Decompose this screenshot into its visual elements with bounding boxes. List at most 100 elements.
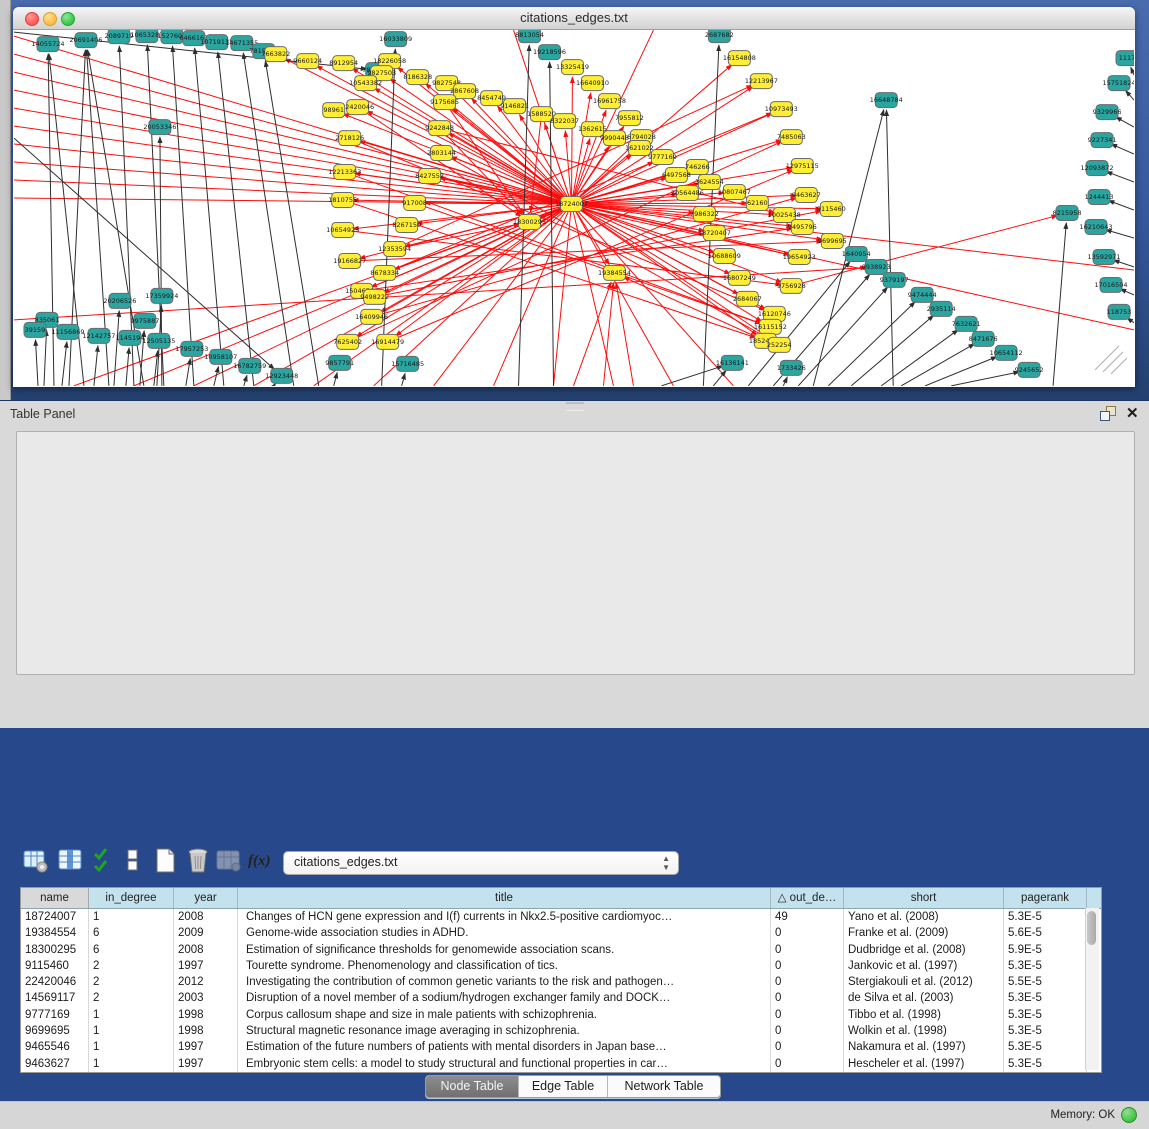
graph-node[interactable]: 16640910 [576, 76, 609, 91]
graph-node[interactable]: 15751824 [1103, 76, 1134, 91]
graph-node[interactable]: 1810755 [328, 193, 357, 208]
graph-node[interactable]: 12505135 [142, 333, 175, 348]
graph-edge[interactable] [572, 204, 614, 386]
table-row[interactable]: 1456911722003Disruption of a novel membe… [21, 990, 1101, 1006]
graph-node[interactable]: 8813054 [515, 30, 544, 43]
graph-node[interactable]: 19218596 [533, 45, 566, 60]
graph-edge[interactable] [94, 346, 98, 386]
graph-edge[interactable] [572, 204, 1134, 330]
graph-edge[interactable] [274, 384, 276, 386]
show-columns-button[interactable] [92, 847, 120, 877]
graph-edge[interactable] [402, 373, 405, 385]
graph-node[interactable]: 16210643 [1080, 219, 1113, 234]
graph-edge[interactable] [1131, 67, 1134, 75]
graph-edge[interactable] [36, 340, 38, 386]
column-header-title[interactable]: title [238, 888, 771, 908]
graph-node[interactable]: 9463627 [792, 188, 821, 203]
graph-edge[interactable] [572, 77, 573, 204]
graph-node[interactable]: 16154808 [723, 51, 756, 66]
graph-edge[interactable] [554, 204, 572, 386]
graph-node[interactable]: 9474444 [908, 287, 937, 302]
graph-edge[interactable] [114, 311, 119, 386]
window-titlebar[interactable]: citations_edges.txt [13, 7, 1135, 30]
column-header-pagerank[interactable]: pagerank [1004, 888, 1087, 908]
graph-edge[interactable] [14, 162, 572, 204]
graph-node[interactable]: 9975887 [130, 313, 159, 328]
graph-edge[interactable] [624, 277, 766, 341]
graph-edge[interactable] [925, 357, 997, 386]
graph-node[interactable]: 10688609 [708, 248, 741, 263]
float-panel-icon[interactable] [1100, 406, 1116, 421]
table-row[interactable]: 946362711997Embryonic stem cells: a mode… [21, 1056, 1101, 1072]
graph-node[interactable]: 12142757 [82, 328, 115, 343]
graph-node[interactable]: 8267150 [392, 217, 421, 232]
network-canvas[interactable]: 1872400714055724206914062089719106532871… [14, 30, 1134, 386]
graph-edge[interactable] [244, 375, 247, 385]
graph-edge[interactable] [434, 204, 572, 386]
graph-edge[interactable] [1111, 144, 1134, 154]
graph-node[interactable]: 19654923 [783, 249, 816, 264]
graph-node[interactable]: 9245652 [1015, 362, 1044, 377]
graph-node[interactable]: 2684067 [733, 291, 762, 306]
column-header-in_degree[interactable]: in_degree [89, 888, 174, 908]
graph-node[interactable]: 16782759 [233, 358, 266, 373]
graph-node[interactable]: 9660124 [293, 54, 322, 69]
graph-node[interactable]: 9495796 [788, 219, 817, 234]
graph-node[interactable]: 9115460 [817, 202, 846, 217]
graph-node[interactable]: 8186328 [403, 70, 432, 85]
graph-edge[interactable] [713, 371, 726, 386]
column-header-name[interactable]: name [21, 888, 89, 908]
graph-node[interactable]: 15716485 [391, 356, 424, 371]
graph-node[interactable]: 8678334 [370, 265, 399, 280]
delete-table-button-disabled[interactable] [215, 847, 243, 877]
graph-edge[interactable] [901, 344, 974, 386]
tab-edge-table[interactable]: Edge Table [519, 1076, 608, 1097]
graph-edge[interactable] [404, 204, 571, 246]
graph-node[interactable]: 1244413 [1085, 190, 1114, 205]
column-header-year[interactable]: year [174, 888, 238, 908]
graph-edge[interactable] [828, 302, 915, 386]
graph-node[interactable]: 7955812 [615, 111, 644, 126]
graph-node[interactable]: 2803144 [427, 146, 456, 161]
graph-node[interactable]: 16136141 [716, 355, 749, 370]
graph-node[interactable]: 7632621 [952, 316, 981, 331]
graph-node[interactable]: 7986322 [690, 207, 719, 222]
graph-edge[interactable] [172, 46, 193, 386]
graph-node[interactable]: 62160 [746, 196, 768, 211]
network-view-window[interactable]: citations_edges.txt 18724007140557242069… [13, 7, 1135, 387]
table-row[interactable]: 969969511998Structural magnetic resonanc… [21, 1023, 1101, 1039]
graph-node[interactable]: 9379197 [880, 272, 909, 287]
graph-node[interactable]: 1640954 [842, 246, 871, 261]
new-column-button[interactable] [152, 847, 180, 877]
graph-node[interactable]: 2935114 [927, 301, 956, 316]
graph-node[interactable]: 16961758 [593, 94, 626, 109]
graph-node[interactable]: 118753 [1107, 304, 1132, 319]
graph-node[interactable]: 98961 [323, 103, 345, 118]
graph-node[interactable]: 2718126 [335, 131, 364, 146]
graph-node[interactable]: 6497568 [662, 168, 691, 183]
graph-node[interactable]: 252254 [767, 337, 792, 352]
graph-node[interactable]: 9857791 [325, 355, 354, 370]
graph-node[interactable]: 13325419 [556, 60, 589, 75]
graph-edge[interactable] [1114, 260, 1134, 267]
graph-node[interactable]: 10654923 [326, 222, 359, 237]
close-panel-icon[interactable]: ✕ [1126, 404, 1139, 422]
graph-edge[interactable] [565, 131, 571, 204]
graph-node[interactable]: 917008 [402, 196, 427, 211]
graph-node[interactable]: 20691406 [69, 33, 102, 48]
graph-node[interactable]: 1733426 [777, 360, 806, 375]
graph-edge[interactable] [385, 113, 772, 273]
graph-node[interactable]: 7625402 [333, 334, 362, 349]
graph-node[interactable]: 7485063 [777, 130, 806, 145]
table-row[interactable]: 1938455462009Genome-wide association stu… [21, 925, 1101, 941]
table-scrollbar-thumb[interactable] [1087, 911, 1096, 945]
graph-node[interactable]: 8427552 [415, 169, 444, 184]
table-row[interactable]: 2242004622012Investigating the contribut… [21, 974, 1101, 990]
graph-edge[interactable] [62, 342, 67, 386]
graph-node[interactable]: 9175685 [430, 95, 459, 110]
graph-edge[interactable] [661, 366, 722, 386]
graph-edge[interactable] [1116, 117, 1134, 127]
graph-node[interactable]: 17359924 [145, 288, 178, 303]
panel-resize-grip[interactable] [566, 402, 584, 411]
graph-node[interactable]: 8471676 [969, 331, 998, 346]
